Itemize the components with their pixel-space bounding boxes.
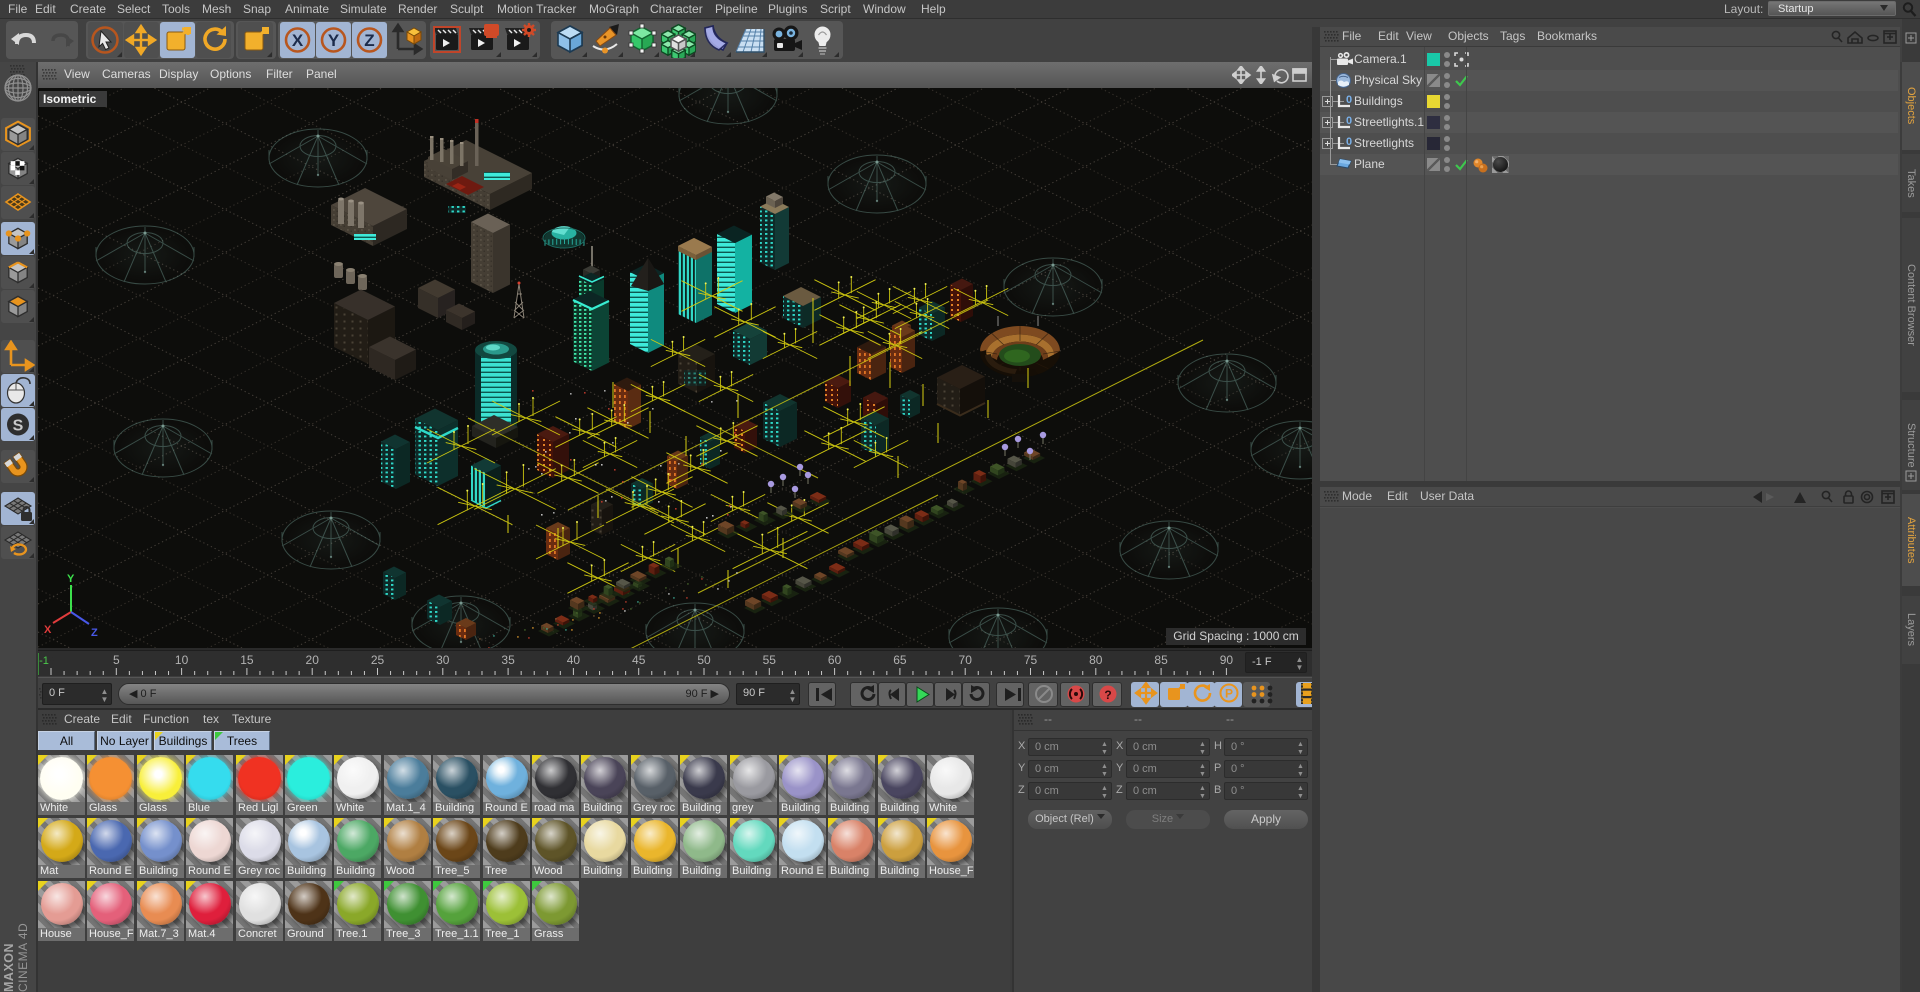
svg-text:20: 20 — [306, 653, 320, 667]
svg-text:P: P — [1225, 687, 1233, 701]
svg-text:Y: Y — [328, 31, 340, 50]
svg-text:30: 30 — [436, 653, 450, 667]
svg-text:35: 35 — [501, 653, 515, 667]
svg-text:85: 85 — [1154, 653, 1168, 667]
svg-text:60: 60 — [828, 653, 842, 667]
svg-text:0: 0 — [1346, 94, 1352, 106]
svg-text:45: 45 — [632, 653, 646, 667]
svg-text:75: 75 — [1024, 653, 1038, 667]
svg-text:Z: Z — [91, 627, 98, 639]
svg-text:40: 40 — [567, 653, 581, 667]
svg-text:Y: Y — [67, 573, 75, 585]
svg-text:X: X — [292, 31, 304, 50]
svg-text:5: 5 — [113, 653, 120, 667]
svg-text:90: 90 — [1220, 653, 1234, 667]
svg-text:?: ? — [1104, 688, 1111, 702]
svg-text:80: 80 — [1089, 653, 1103, 667]
svg-text:10: 10 — [175, 653, 189, 667]
svg-text:15: 15 — [240, 653, 254, 667]
svg-text:0: 0 — [1346, 136, 1352, 148]
svg-text:65: 65 — [893, 653, 907, 667]
svg-text:70: 70 — [959, 653, 973, 667]
svg-text:0: 0 — [1346, 115, 1352, 127]
svg-text:S: S — [13, 418, 24, 435]
svg-text:-1: -1 — [39, 655, 49, 667]
svg-text:X: X — [44, 624, 52, 636]
svg-text:50: 50 — [697, 653, 711, 667]
svg-text:55: 55 — [763, 653, 777, 667]
svg-text:Z: Z — [364, 31, 374, 50]
svg-text:25: 25 — [371, 653, 385, 667]
